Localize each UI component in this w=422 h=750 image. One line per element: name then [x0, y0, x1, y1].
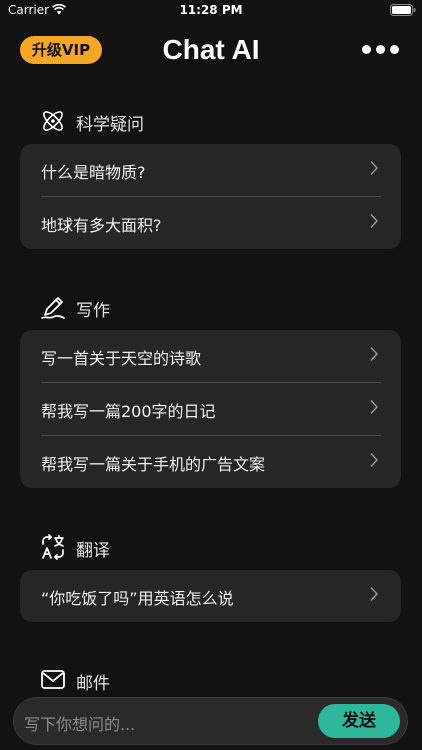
atom-icon: [43, 111, 63, 131]
list-item-label: 帮我写一篇200字的日记: [41, 402, 216, 421]
question-input[interactable]: 写下你想问的...: [24, 711, 135, 735]
app-title: Chat AI: [162, 34, 260, 65]
chevron-right-icon: [370, 347, 378, 361]
list-item[interactable]: “你吃饭了吗”用英语怎么说: [41, 570, 381, 622]
list-item-label: 写一首关于天空的诗歌: [41, 349, 202, 368]
status-bar: Carrier 11:28 PM: [0, 0, 422, 20]
list-item[interactable]: 帮我写一篇200字的日记: [41, 382, 381, 435]
list-item-label: 什么是暗物质?: [41, 163, 146, 182]
card-writing: 写一首关于天空的诗歌 帮我写一篇200字的日记 帮我写一篇关于手机的广告文案: [20, 330, 401, 488]
section-title: 写作: [76, 301, 110, 321]
chevron-right-icon: [370, 453, 378, 467]
section-title: 邮件: [76, 674, 110, 694]
list-item-label: 帮我写一篇关于手机的广告文案: [41, 455, 266, 474]
chevron-right-icon: [370, 587, 378, 601]
status-time: 11:28 PM: [179, 3, 243, 17]
more-options-icon[interactable]: [362, 40, 400, 60]
chevron-right-icon: [370, 214, 378, 228]
list-item[interactable]: 什么是暗物质?: [41, 144, 381, 196]
send-button[interactable]: 发送: [318, 704, 400, 738]
chevron-right-icon: [370, 161, 378, 175]
chevron-right-icon: [370, 400, 378, 414]
section-title: 科学疑问: [76, 115, 144, 135]
pen-icon: [41, 297, 65, 319]
card-science: 什么是暗物质? 地球有多大面积?: [20, 144, 401, 249]
translate-icon: [42, 534, 64, 560]
list-item-label: “你吃饭了吗”用英语怎么说: [41, 589, 234, 608]
mail-icon: [41, 670, 65, 689]
list-item[interactable]: 帮我写一篇关于手机的广告文案: [41, 435, 381, 488]
question-input-bar: 写下你想问的... 发送: [14, 698, 407, 744]
section-title: 翻译: [76, 541, 110, 561]
list-item[interactable]: 写一首关于天空的诗歌: [41, 330, 381, 382]
battery-icon: [390, 4, 416, 16]
list-item-label: 地球有多大面积?: [41, 216, 162, 235]
list-item[interactable]: 地球有多大面积?: [41, 196, 381, 249]
card-translate: “你吃饭了吗”用英语怎么说: [20, 570, 401, 622]
